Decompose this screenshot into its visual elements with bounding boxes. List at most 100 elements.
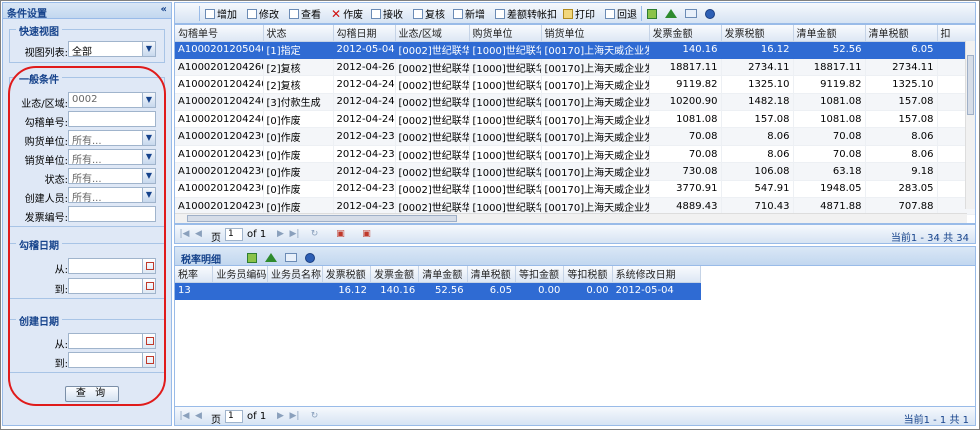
page-input[interactable]: 1 bbox=[225, 410, 243, 423]
collapse-icon[interactable]: « bbox=[161, 4, 167, 15]
grid-row[interactable]: A10002012042400...[0]作废2012-04-24[0002]世… bbox=[175, 110, 975, 129]
grid-row[interactable]: A10002012042300...[0]作废2012-04-23[0002]世… bbox=[175, 127, 975, 146]
detail-column-header[interactable]: 业务员名称 bbox=[267, 266, 323, 283]
last-page-icon[interactable]: ▶| bbox=[289, 229, 300, 240]
help-button[interactable] bbox=[305, 250, 315, 265]
detail-column-header[interactable]: 等扣金额 bbox=[515, 266, 565, 283]
grid-column-header[interactable]: 清单税额 bbox=[865, 25, 938, 42]
check-date-to-input[interactable] bbox=[68, 278, 156, 294]
view-list-select[interactable]: 全部 ▼ bbox=[68, 41, 156, 58]
status-select[interactable]: 所有... ▼ bbox=[68, 168, 156, 185]
create-date-to-input[interactable] bbox=[68, 352, 156, 368]
transfer-label: 差额转帐扣 bbox=[507, 10, 557, 21]
add-button[interactable]: 增加 bbox=[205, 6, 237, 21]
chevron-down-icon[interactable]: ▼ bbox=[142, 169, 155, 183]
edit-button[interactable]: 修改 bbox=[247, 6, 279, 21]
print-button[interactable]: 打印 bbox=[563, 6, 595, 21]
mail-button[interactable] bbox=[685, 6, 697, 21]
chevron-down-icon[interactable]: ▼ bbox=[142, 42, 155, 56]
review-button[interactable]: 复核 bbox=[413, 6, 445, 21]
detail-column-header[interactable]: 税率 bbox=[175, 266, 214, 283]
export-excel-button[interactable] bbox=[647, 6, 657, 21]
transfer-button[interactable]: 差额转帐扣 bbox=[495, 6, 557, 21]
chevron-down-icon[interactable]: ▼ bbox=[142, 93, 155, 107]
chevron-down-icon[interactable]: ▼ bbox=[142, 131, 155, 145]
creator-select[interactable]: 所有... ▼ bbox=[68, 187, 156, 204]
grid-column-header[interactable]: 扣 bbox=[937, 25, 975, 42]
grid-column-header[interactable]: 发票税额 bbox=[721, 25, 794, 42]
calendar-icon[interactable] bbox=[142, 259, 155, 273]
chevron-down-icon[interactable]: ▼ bbox=[142, 188, 155, 202]
grid-column-header[interactable]: 发票金额 bbox=[649, 25, 722, 42]
grid-cell: A10002012042400... bbox=[175, 110, 264, 129]
grid-column-header[interactable]: 购货单位 bbox=[469, 25, 542, 42]
grid-column-header[interactable]: 勾稽日期 bbox=[333, 25, 396, 42]
grid-cell: [1000]世纪联华... bbox=[469, 127, 542, 146]
grid-row[interactable]: A10002012042600...[2]复核2012-04-26[0002]世… bbox=[175, 58, 975, 77]
seller-select[interactable]: 所有... ▼ bbox=[68, 149, 156, 166]
grid-cell: 6.05 bbox=[865, 41, 938, 59]
upload-button[interactable] bbox=[665, 6, 677, 21]
detail-column-header[interactable]: 发票税额 bbox=[322, 266, 371, 283]
grid-column-header[interactable]: 销货单位 bbox=[541, 25, 650, 42]
mail-button[interactable] bbox=[285, 250, 297, 265]
export-icon[interactable]: ▣ bbox=[335, 229, 346, 240]
calendar-icon[interactable] bbox=[142, 334, 155, 348]
region-select[interactable]: 0002 ▼ bbox=[68, 92, 156, 108]
scroll-thumb[interactable] bbox=[967, 55, 974, 115]
check-date-from-label: 从: bbox=[54, 265, 68, 276]
grid-cell: [1000]世纪联华... bbox=[469, 75, 542, 94]
next-page-icon[interactable]: ▶ bbox=[275, 229, 286, 240]
vertical-scrollbar[interactable] bbox=[965, 41, 975, 209]
grid-row[interactable]: A10002012042300...[0]作废2012-04-23[0002]世… bbox=[175, 145, 975, 164]
upload-button[interactable] bbox=[265, 250, 277, 265]
receive-button[interactable]: 接收 bbox=[371, 6, 403, 21]
detail-column-header[interactable]: 发票金额 bbox=[370, 266, 420, 283]
horizontal-scrollbar[interactable] bbox=[175, 213, 967, 223]
detail-column-header[interactable]: 清单金额 bbox=[418, 266, 468, 283]
grid-column-header[interactable]: 状态 bbox=[263, 25, 334, 42]
view-button[interactable]: 查看 bbox=[289, 6, 321, 21]
grid-column-header[interactable]: 清单金额 bbox=[793, 25, 866, 42]
print-preview-icon[interactable]: ▣ bbox=[361, 229, 372, 240]
grid-row[interactable]: A10002012042400...[3]付款生成2012-04-24[0002… bbox=[175, 93, 975, 112]
buyer-select[interactable]: 所有... ▼ bbox=[68, 130, 156, 147]
new-button[interactable]: 新增 bbox=[453, 6, 485, 21]
rollback-button[interactable]: 回退 bbox=[605, 6, 637, 21]
detail-column-header[interactable]: 系统修改日期 bbox=[612, 266, 702, 283]
detail-column-header[interactable]: 等扣税额 bbox=[563, 266, 613, 283]
prev-page-icon[interactable]: ◀ bbox=[193, 411, 204, 422]
invoice-no-input[interactable] bbox=[68, 206, 156, 222]
refresh-icon[interactable]: ↻ bbox=[309, 229, 320, 240]
check-no-input[interactable] bbox=[68, 111, 156, 127]
grid-row[interactable]: A10002012042300...[0]作废2012-04-23[0002]世… bbox=[175, 162, 975, 181]
page-input[interactable]: 1 bbox=[225, 228, 243, 241]
detail-column-header[interactable]: 业务员编码 bbox=[212, 266, 268, 283]
grid-row[interactable]: A10002012050400...[1]指定2012-05-04[0002]世… bbox=[175, 41, 975, 59]
detail-column-header[interactable]: 清单税额 bbox=[467, 266, 516, 283]
chevron-down-icon[interactable]: ▼ bbox=[142, 150, 155, 164]
void-button[interactable]: ✕ 作废 bbox=[331, 6, 363, 22]
toolbar-separator bbox=[641, 6, 642, 21]
refresh-icon[interactable]: ↻ bbox=[309, 411, 320, 422]
create-date-from-input[interactable] bbox=[68, 333, 156, 349]
calendar-icon[interactable] bbox=[142, 353, 155, 367]
calendar-icon[interactable] bbox=[142, 279, 155, 293]
export-excel-button[interactable] bbox=[247, 250, 257, 265]
prev-page-icon[interactable]: ◀ bbox=[193, 229, 204, 240]
help-button[interactable] bbox=[705, 6, 715, 21]
grid-column-header[interactable]: 业态/区域 bbox=[395, 25, 470, 42]
last-page-icon[interactable]: ▶| bbox=[289, 411, 300, 422]
detail-row[interactable]: 13 16.12 140.16 52.56 6.05 0.00 0.00 2012-05-04 bbox=[175, 282, 702, 300]
first-page-icon[interactable]: |◀ bbox=[179, 229, 190, 240]
next-page-icon[interactable]: ▶ bbox=[275, 411, 286, 422]
check-date-from-input[interactable] bbox=[68, 258, 156, 274]
scroll-thumb[interactable] bbox=[187, 215, 457, 222]
grid-column-header[interactable]: 勾稽单号 bbox=[175, 25, 264, 42]
grid-row[interactable]: A10002012042300...[0]作废2012-04-23[0002]世… bbox=[175, 180, 975, 199]
grid-row[interactable]: A10002012042400...[2]复核2012-04-24[0002]世… bbox=[175, 75, 975, 94]
query-button[interactable]: 查 询 bbox=[65, 386, 119, 402]
grid-cell: [1000]世纪联华... bbox=[469, 162, 542, 181]
first-page-icon[interactable]: |◀ bbox=[179, 411, 190, 422]
grid-cell: 106.08 bbox=[721, 162, 794, 181]
